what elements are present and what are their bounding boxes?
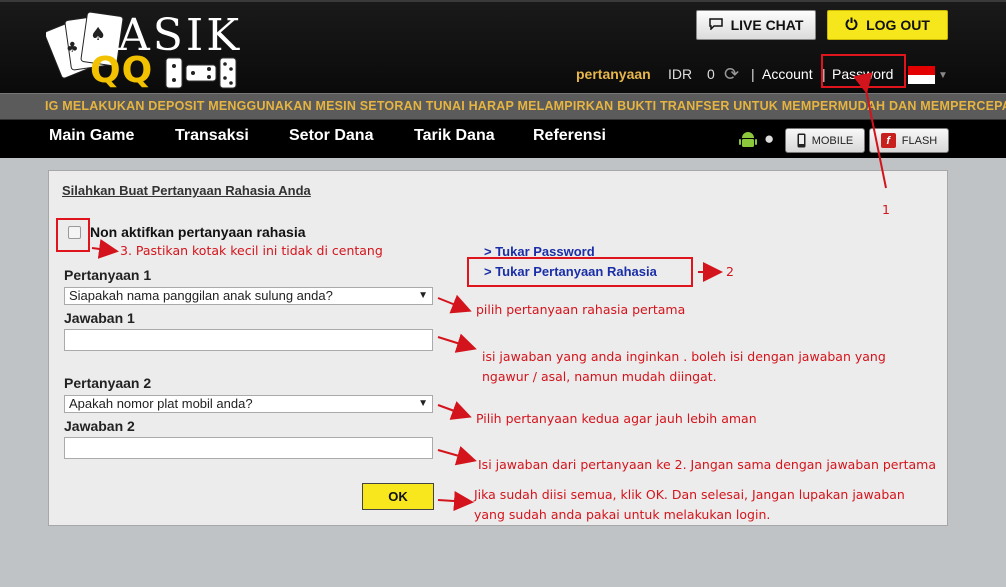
announcement-marquee: IG MELAKUKAN DEPOSIT MENGGUNAKAN MESIN S… — [0, 93, 1006, 120]
question-1-value: Siapakah nama panggilan anak sulung anda… — [69, 288, 333, 303]
chevron-down-icon[interactable]: ▼ — [938, 70, 948, 81]
live-chat-button[interactable]: LIVE CHAT — [696, 10, 816, 40]
annotation-ok-line2: yang sudah anda pakai untuk melakukan lo… — [474, 507, 771, 522]
answer-2-label: Jawaban 2 — [64, 418, 135, 434]
separator: | — [751, 66, 755, 82]
account-link[interactable]: Account — [762, 66, 813, 86]
answer-1-input[interactable] — [64, 329, 433, 351]
android-icon[interactable] — [739, 130, 757, 150]
mobile-label: MOBILE — [811, 134, 854, 147]
dropdown-arrow-icon: ▼ — [418, 398, 428, 409]
chat-bubble-icon — [708, 17, 723, 33]
question-2-select[interactable]: Apakah nomor plat mobil anda? ▼ — [64, 395, 433, 413]
nav-tarik-dana[interactable]: Tarik Dana — [414, 127, 495, 145]
annotation-3: 3. Pastikan kotak kecil ini tidak di cen… — [120, 243, 383, 258]
flash-button[interactable]: f FLASH — [869, 128, 949, 153]
annotation-q1: pilih pertanyaan rahasia pertama — [476, 302, 686, 317]
flash-label: FLASH — [901, 134, 938, 147]
mobile-button[interactable]: MOBILE — [785, 128, 865, 153]
page-root: ♠ ♣ ASIK QQ LIVE CHAT LOG OUT pertanyaan… — [0, 0, 1006, 587]
balance-value: 0 — [707, 66, 715, 82]
dropdown-arrow-icon: ▼ — [418, 290, 428, 301]
question-2-value: Apakah nomor plat mobil anda? — [69, 396, 253, 411]
nav-referensi[interactable]: Referensi — [533, 127, 606, 145]
annotation-a2: Isi jawaban dari pertanyaan ke 2. Jangan… — [478, 457, 936, 472]
annotation-1: 1 — [882, 202, 890, 217]
panel-title: Silahkan Buat Pertanyaan Rahasia Anda — [62, 183, 311, 198]
question-2-label: Pertanyaan 2 — [64, 375, 152, 391]
marquee-text: IG MELAKUKAN DEPOSIT MENGGUNAKAN MESIN S… — [45, 99, 1006, 113]
flash-player-icon: f — [880, 133, 896, 148]
logout-label: LOG OUT — [866, 17, 930, 33]
logout-button[interactable]: LOG OUT — [827, 10, 948, 40]
annotation-a1-line2: ngawur / asal, namun mudah diingat. — [482, 369, 717, 384]
question-1-label: Pertanyaan 1 — [64, 267, 152, 283]
logo-qq: QQ — [90, 50, 154, 91]
username: pertanyaan — [576, 66, 651, 82]
svg-text:♠: ♠ — [90, 24, 106, 45]
refresh-icon[interactable]: ⟳ — [724, 64, 739, 84]
phone-icon — [797, 133, 806, 148]
answer-2-input[interactable] — [64, 437, 433, 459]
ok-button[interactable]: OK — [362, 483, 434, 510]
annotation-ok-line1: Jika sudah diisi semua, klik OK. Dan sel… — [474, 487, 905, 502]
answer-1-label: Jawaban 1 — [64, 310, 135, 326]
nav-setor-dana[interactable]: Setor Dana — [289, 127, 373, 145]
question-1-select[interactable]: Siapakah nama panggilan anak sulung anda… — [64, 287, 433, 305]
svg-text:♣: ♣ — [66, 40, 79, 56]
apple-icon[interactable]: ● — [764, 129, 774, 149]
indonesia-flag-icon[interactable] — [908, 66, 935, 84]
checkbox-highlight-box — [56, 218, 90, 252]
annotation-a1-line1: isi jawaban yang anda inginkan . boleh i… — [482, 349, 886, 364]
annotation-q2: Pilih pertanyaan kedua agar jauh lebih a… — [476, 411, 757, 426]
nav-transaksi[interactable]: Transaksi — [175, 127, 249, 145]
password-highlight-box — [821, 54, 906, 88]
link-highlight-box — [467, 257, 693, 287]
currency-label: IDR — [668, 66, 693, 82]
power-icon — [845, 17, 858, 33]
dice-domino-icon — [165, 57, 237, 89]
nav-main-game[interactable]: Main Game — [49, 127, 134, 145]
site-logo[interactable]: ♠ ♣ ASIK QQ — [44, 6, 246, 92]
live-chat-label: LIVE CHAT — [730, 17, 804, 33]
annotation-2: 2 — [726, 264, 734, 279]
disable-question-label: Non aktifkan pertanyaan rahasia — [90, 224, 306, 240]
main-nav: Main Game Transaksi Setor Dana Tarik Dan… — [0, 120, 1006, 158]
